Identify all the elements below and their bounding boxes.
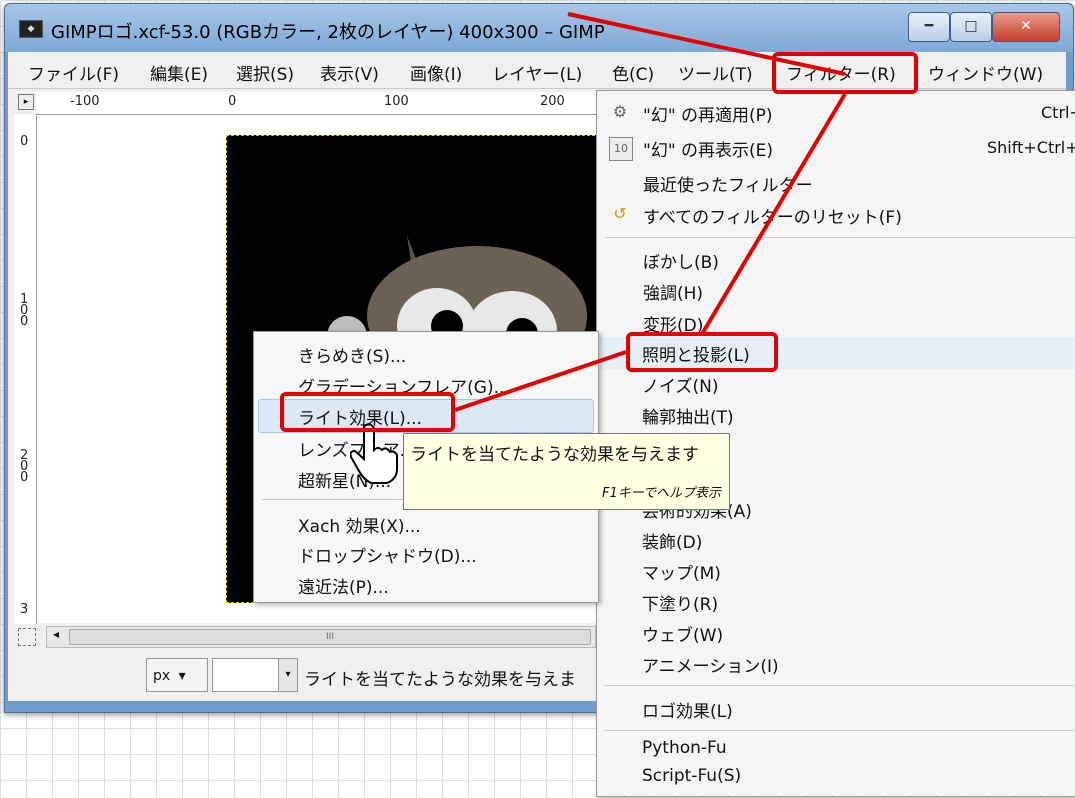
annotation-arrows <box>454 12 847 412</box>
